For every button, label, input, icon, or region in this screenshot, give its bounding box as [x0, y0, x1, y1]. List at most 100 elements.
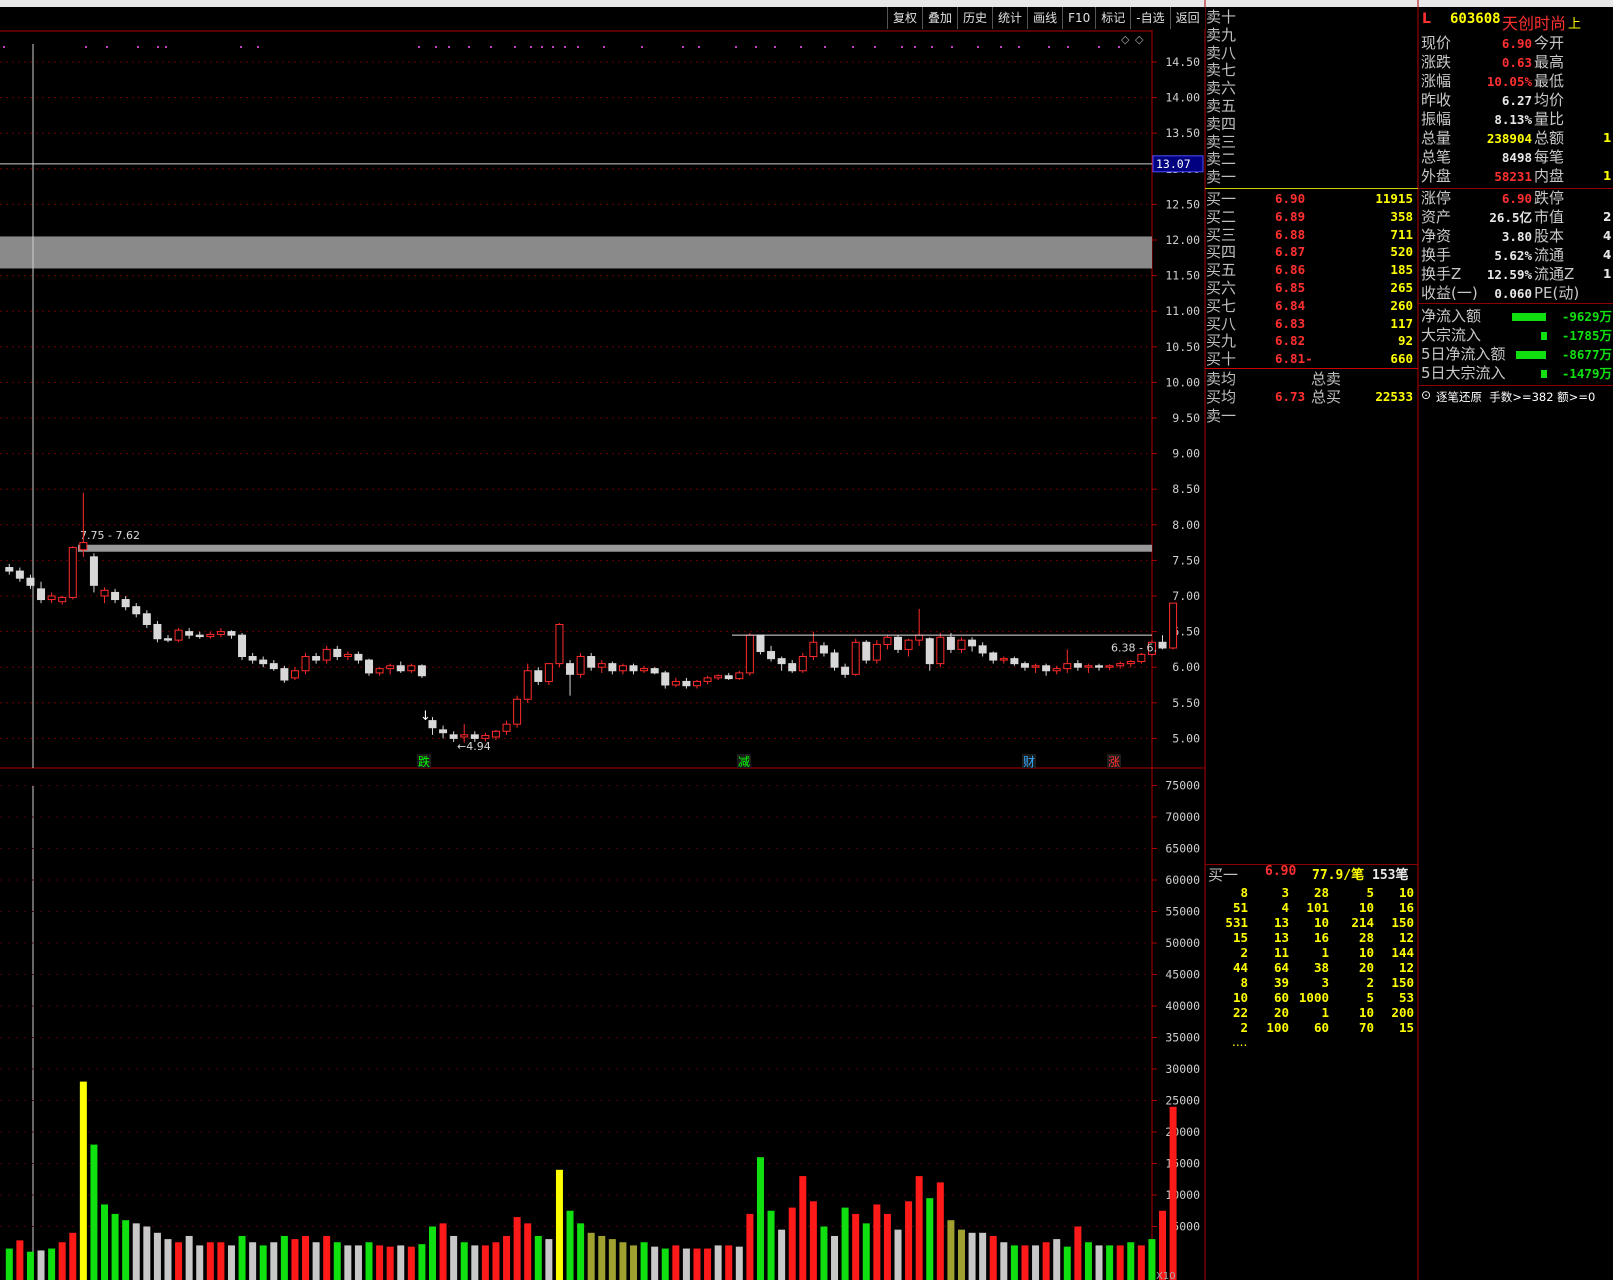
candle-body[interactable] [788, 663, 797, 672]
candle-body[interactable] [904, 639, 913, 650]
candle-body[interactable] [703, 677, 712, 682]
tick-filter-text[interactable]: 逐笔还原 手数>=382 额>=0 [1436, 389, 1595, 405]
event-marker[interactable]: 减 [738, 755, 750, 769]
candle-body[interactable] [989, 652, 998, 661]
candle-body[interactable] [26, 577, 35, 586]
candle-body[interactable] [1137, 653, 1146, 663]
candle-body[interactable] [417, 665, 426, 677]
bid-row[interactable]: 买七 6.84 260 [1203, 297, 1415, 315]
candle-body[interactable] [1116, 663, 1125, 667]
candle-body[interactable] [745, 634, 754, 674]
candle-body[interactable] [671, 680, 680, 686]
candle-body[interactable] [47, 595, 56, 601]
candle-body[interactable] [946, 636, 955, 650]
candle-body[interactable] [312, 656, 321, 661]
candle-body[interactable] [470, 734, 479, 739]
candle-body[interactable] [121, 599, 130, 608]
candle-body[interactable] [132, 606, 141, 615]
candle-body[interactable] [491, 730, 500, 738]
candle-body[interactable] [100, 589, 109, 597]
candle-body[interactable] [269, 663, 278, 670]
candle-body[interactable] [89, 556, 98, 586]
candle-body[interactable] [692, 680, 701, 687]
candle-body[interactable] [1105, 665, 1114, 668]
bid-row[interactable]: 买五 6.86 185 [1203, 261, 1415, 279]
candle-body[interactable] [301, 656, 310, 672]
candle-body[interactable] [1126, 661, 1135, 665]
toggle-icon[interactable]: ⊙ [1421, 388, 1431, 402]
candle-body[interactable] [767, 651, 776, 660]
ask-row[interactable]: 卖三 [1203, 133, 1415, 151]
candle-body[interactable] [809, 641, 818, 658]
candle-body[interactable] [1095, 665, 1104, 668]
candle-body[interactable] [957, 639, 966, 650]
event-marker[interactable]: 跌 [418, 754, 430, 769]
candle-body[interactable] [978, 645, 987, 654]
bid-row[interactable]: 买九 6.82 92 [1203, 332, 1415, 350]
candle-body[interactable] [608, 663, 617, 672]
candle-body[interactable] [894, 636, 903, 650]
candle-body[interactable] [37, 588, 46, 601]
toolbar-item-0[interactable]: 复权 [887, 7, 923, 29]
toolbar-item-8[interactable]: 返回 [1169, 7, 1205, 29]
candle-body[interactable] [142, 613, 151, 625]
candle-body[interactable] [111, 591, 120, 601]
toolbar-item-1[interactable]: 叠加 [922, 7, 958, 29]
candle-body[interactable] [618, 665, 627, 672]
candle-body[interactable] [174, 629, 183, 641]
candle-body[interactable] [365, 659, 374, 674]
bid-row[interactable]: 买二 6.89 358 [1203, 208, 1415, 226]
candle-body[interactable] [386, 665, 395, 670]
candle-body[interactable] [280, 668, 289, 681]
toolbar-item-7[interactable]: -自选 [1130, 7, 1170, 29]
candle-body[interactable] [830, 652, 839, 668]
toolbar-item-4[interactable]: 画线 [1027, 7, 1063, 29]
ask-row[interactable]: 卖一 [1203, 168, 1415, 186]
bid-row[interactable]: 买六 6.85 265 [1203, 279, 1415, 297]
toolbar-item-6[interactable]: 标记 [1095, 7, 1131, 29]
candle-body[interactable] [883, 636, 892, 645]
candle-body[interactable] [1020, 663, 1029, 668]
candle-body[interactable] [872, 643, 881, 661]
candle-body[interactable] [534, 670, 543, 682]
extra-row[interactable]: 卖一 [1203, 407, 1415, 425]
candle-body[interactable] [375, 668, 384, 674]
candle-body[interactable] [354, 653, 363, 661]
candle-body[interactable] [68, 547, 77, 598]
candle-body[interactable] [396, 665, 405, 672]
candle-body[interactable] [343, 653, 352, 658]
candle-body[interactable] [587, 656, 596, 668]
candle-body[interactable] [1073, 663, 1082, 668]
bid-row[interactable]: 买八 6.83 117 [1203, 315, 1415, 333]
candle-body[interactable] [333, 648, 342, 658]
candle-body[interactable] [1031, 665, 1040, 668]
candle-body[interactable] [555, 623, 564, 665]
candle-body[interactable] [79, 542, 88, 551]
candle-body[interactable] [999, 658, 1008, 661]
candle-body[interactable] [1063, 663, 1072, 670]
candle-body[interactable] [248, 656, 257, 661]
candle-body[interactable] [714, 675, 723, 679]
toolbar-item-2[interactable]: 历史 [957, 7, 993, 29]
candle-body[interactable] [576, 656, 585, 675]
candle-body[interactable] [566, 663, 575, 675]
candle-body[interactable] [407, 665, 416, 672]
candle-body[interactable] [227, 631, 236, 636]
candle-body[interactable] [481, 735, 490, 739]
candle-body[interactable] [502, 723, 511, 732]
candle-body[interactable] [163, 638, 172, 641]
candle-body[interactable] [597, 663, 606, 668]
candle-body[interactable] [206, 633, 215, 638]
candle-body[interactable] [58, 596, 67, 603]
candle-body[interactable] [629, 665, 638, 672]
event-marker[interactable]: 财 [1023, 755, 1035, 769]
ask-row[interactable]: 卖十 [1203, 8, 1415, 26]
candle-body[interactable] [724, 675, 733, 680]
candle-body[interactable] [185, 631, 194, 636]
candle-body[interactable] [650, 668, 659, 674]
candle-body[interactable] [523, 670, 532, 700]
candle-body[interactable] [216, 631, 225, 635]
ask-row[interactable]: 卖四 [1203, 115, 1415, 133]
candle-body[interactable] [640, 668, 649, 672]
ask-row[interactable]: 卖七 [1203, 61, 1415, 79]
